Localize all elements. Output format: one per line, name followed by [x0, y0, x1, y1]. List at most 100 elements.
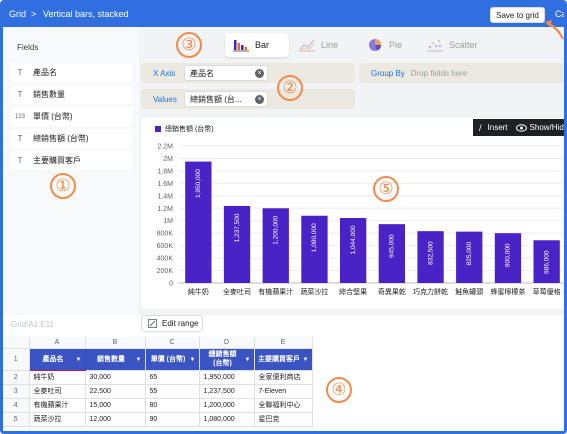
chevron-down-icon[interactable]: ▼: [245, 356, 251, 365]
x-tick-label: 有機蘋果汁: [258, 287, 293, 296]
table-cell[interactable]: 全麥吐司: [29, 384, 86, 399]
field-item-unit-price[interactable]: 123 單價 (台幣): [9, 107, 132, 126]
edit-range-label: Edit range: [162, 319, 199, 328]
column-letter[interactable]: E: [254, 337, 313, 349]
legend-swatch: [155, 126, 161, 132]
y-tick-label: 200K: [157, 268, 174, 275]
corner-cell: [3, 337, 30, 349]
table-cell[interactable]: 蔬菜沙拉: [29, 412, 86, 427]
row-number[interactable]: 4: [3, 398, 30, 413]
tab-pie[interactable]: Pie: [367, 33, 402, 57]
table-cell[interactable]: 全聯福利中心: [254, 398, 313, 413]
y-tick-label: 1.4M: [157, 193, 173, 200]
tab-line-label: Line: [321, 40, 339, 50]
values-chip[interactable]: 總銷售額 (台... ×: [184, 91, 268, 107]
group-by-placeholder: Drop fields here: [410, 68, 468, 78]
x-tick-label: 草莓優格: [533, 287, 561, 296]
table-cell[interactable]: 80: [145, 398, 200, 413]
y-tick-label: 1.6M: [157, 181, 173, 188]
legend-label: 總銷售額 (台幣): [165, 126, 214, 133]
table-cell[interactable]: 22,500: [85, 384, 146, 399]
header-row: 1 產品名 ▼ 銷售數量 ▼ 單價 (台幣) ▼ 總銷售額 (台幣) ▼ 主要購買客戶 ▼: [3, 347, 313, 371]
remove-icon[interactable]: ×: [255, 69, 264, 78]
field-item-product[interactable]: T 產品名: [9, 63, 132, 82]
y-tick-label: 800K: [157, 231, 174, 238]
row-number[interactable]: 5: [3, 412, 30, 427]
breadcrumb-root[interactable]: Grid: [9, 9, 26, 19]
x-axis-value: 產品名: [190, 68, 214, 78]
bar-value-label: 686,000: [543, 250, 550, 274]
column-letter[interactable]: C: [145, 337, 200, 349]
y-tick-label: 1.2M: [157, 206, 173, 213]
tab-bar[interactable]: Bar: [225, 33, 289, 57]
x-tick-label: 蜂蜜檸檬茶: [490, 287, 525, 296]
field-item-total-sales[interactable]: T 總銷售額 (台幣): [9, 129, 132, 148]
y-tick-label: 0: [169, 281, 173, 288]
chevron-down-icon[interactable]: ▼: [136, 356, 142, 365]
bar-value-label: 832,500: [427, 241, 434, 265]
chevron-down-icon[interactable]: ▼: [76, 356, 82, 365]
x-axis-chip[interactable]: 產品名 ×: [184, 65, 268, 81]
data-table: A B C D E 1 產品名 ▼ 銷售數量 ▼ 單價 (台幣) ▼ 總銷售額 (台幣…: [3, 337, 313, 427]
table-cell[interactable]: 55: [145, 384, 200, 399]
table-cell[interactable]: 全家便利商店: [254, 370, 313, 385]
field-label: 銷售數量: [33, 90, 65, 99]
top-bar: Grid > Vertical bars, stacked Save to gr…: [3, 3, 564, 27]
field-item-quantity[interactable]: T 銷售數量: [9, 85, 132, 104]
bar-chart: 0 200K 400K 600K 800K 1M 1.2M 1.4M 1.6M 1.8M 2M 2.2…: [157, 144, 564, 296]
chart-legend[interactable]: 總銷售額 (台幣): [155, 124, 214, 134]
row-number[interactable]: 3: [3, 384, 30, 399]
table-cell[interactable]: 有機蘋果汁: [29, 398, 86, 413]
header-cell-quantity[interactable]: 銷售數量 ▼: [85, 348, 146, 371]
table-cell[interactable]: 純牛奶: [29, 370, 86, 385]
remove-icon[interactable]: ×: [255, 95, 264, 104]
range-input[interactable]: Grid!A1:E11: [3, 315, 139, 333]
table-cell[interactable]: 7-Eleven: [254, 384, 313, 399]
breadcrumb-current: Vertical bars, stacked: [43, 9, 129, 19]
annotation-badge-3: ③: [176, 32, 202, 58]
header-cell-unit-price[interactable]: 單價 (台幣) ▼: [145, 348, 200, 371]
table-cell[interactable]: 30,000: [85, 370, 146, 385]
row-number[interactable]: 2: [3, 370, 30, 385]
group-by-row[interactable]: Group By Drop fields here: [359, 63, 564, 83]
save-to-grid-button[interactable]: Save to grid: [490, 7, 545, 23]
x-axis-row[interactable]: X Axis 產品名 ×: [141, 63, 355, 83]
tab-scatter[interactable]: Scatter: [427, 33, 478, 57]
table-cell[interactable]: 1,237,500: [199, 384, 255, 399]
row-number[interactable]: 1: [3, 348, 30, 371]
number-type-icon: 123: [14, 113, 25, 120]
table-row: 2 純牛奶 30,000 65 1,950,000 全家便利商店: [3, 370, 313, 385]
table-cell[interactable]: 65: [145, 370, 200, 385]
table-cell[interactable]: 1,080,000: [199, 412, 255, 427]
column-letter[interactable]: A: [29, 337, 86, 349]
column-letter[interactable]: D: [199, 337, 255, 349]
table-cell[interactable]: 1,950,000: [199, 370, 255, 385]
annotation-arrow-icon: [545, 20, 564, 40]
field-item-main-customer[interactable]: T 主要購買客戶: [9, 151, 132, 170]
table-cell[interactable]: 12,000: [85, 412, 146, 427]
chevron-down-icon[interactable]: ▼: [190, 356, 196, 365]
field-label: 單價 (台幣): [33, 112, 73, 121]
table-cell[interactable]: 星巴克: [254, 412, 313, 427]
text-type-icon: T: [17, 68, 23, 77]
pie-chart-icon: [369, 39, 381, 51]
table-cell[interactable]: 15,000: [85, 398, 146, 413]
values-row[interactable]: Values 總銷售額 (台... ×: [141, 89, 355, 109]
table-cell[interactable]: 90: [145, 412, 200, 427]
y-tick-label: 2M: [163, 156, 173, 163]
header-cell-main-customer[interactable]: 主要購買客戶 ▼: [254, 348, 313, 371]
tab-line[interactable]: Line: [299, 33, 338, 57]
edit-range-button[interactable]: Edit range: [141, 315, 203, 332]
chart-toolbar: / Insert Show/Hide: [473, 119, 564, 136]
x-tick-label: 綜合堅果: [339, 287, 367, 296]
insert-button[interactable]: Insert: [488, 123, 508, 132]
y-tick-label: 2.2M: [157, 144, 173, 151]
column-letter-row: A B C D E: [3, 337, 313, 349]
chevron-down-icon[interactable]: ▼: [303, 356, 309, 365]
header-cell-product[interactable]: 產品名 ▼: [28, 347, 86, 371]
table-cell[interactable]: 1,200,000: [199, 398, 255, 413]
header-cell-total-sales[interactable]: 總銷售額 (台幣) ▼: [199, 348, 255, 371]
text-type-icon: T: [17, 90, 23, 99]
column-letter[interactable]: B: [85, 337, 146, 349]
show-hide-button[interactable]: Show/Hide: [530, 123, 564, 132]
